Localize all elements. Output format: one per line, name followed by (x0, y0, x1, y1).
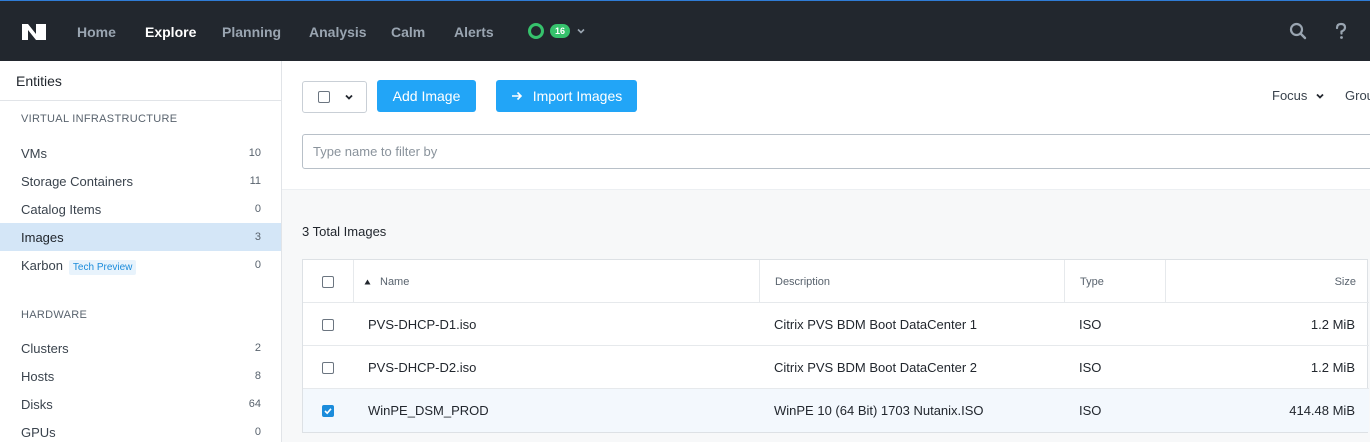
toolbar: Add Image Import Images Focus Grou (282, 61, 1370, 190)
sidebar-item-clusters[interactable]: Clusters 2 (0, 334, 281, 362)
sidebar-item-count: 2 (254, 342, 261, 354)
checkmark-icon (324, 407, 332, 414)
search-icon[interactable] (1289, 22, 1307, 40)
total-images-count: 3 Total Images (302, 224, 387, 239)
filter-input[interactable] (302, 134, 1370, 169)
table-row[interactable]: PVS-DHCP-D1.iso Citrix PVS BDM Boot Data… (303, 303, 1369, 346)
entities-sidebar: Entities VIRTUAL INFRASTRUCTURE VMs 10 S… (0, 61, 282, 442)
nav-alerts[interactable]: Alerts (454, 1, 494, 62)
sidebar-item-catalog-items[interactable]: Catalog Items 0 (0, 195, 281, 223)
images-table: Name Description Type Size PVS-DHCP-D1.i… (302, 259, 1369, 433)
add-image-label: Add Image (392, 88, 461, 104)
sidebar-item-vms[interactable]: VMs 10 (0, 139, 281, 167)
column-header-label: Size (1334, 275, 1356, 288)
cell-description: WinPE 10 (64 Bit) 1703 Nutanix.ISO (774, 403, 984, 418)
section-heading-hardware: HARDWARE (21, 309, 88, 321)
tech-preview-tag: Tech Preview (68, 259, 137, 275)
section-heading-virtual-infrastructure: VIRTUAL INFRASTRUCTURE (21, 113, 178, 125)
sidebar-item-count: 0 (254, 203, 261, 215)
row-checkbox-cell (303, 346, 353, 389)
cell-name: PVS-DHCP-D2.iso (368, 360, 477, 375)
column-header-name[interactable]: Name (353, 260, 759, 303)
row-checkbox[interactable] (322, 404, 334, 417)
sidebar-item-label: Clusters (21, 340, 69, 356)
sidebar-title: Entities (0, 61, 281, 101)
sidebar-item-label-wrap: Karbon Tech Preview (21, 257, 255, 275)
import-images-button[interactable]: Import Images (496, 80, 637, 112)
chevron-down-icon (345, 94, 353, 100)
sidebar-item-label: Karbon (21, 257, 63, 273)
nav-planning[interactable]: Planning (222, 1, 281, 62)
column-header-label: Type (1080, 275, 1104, 288)
row-checkbox-cell (303, 389, 353, 432)
table-row[interactable]: WinPE_DSM_PROD WinPE 10 (64 Bit) 1703 Nu… (303, 389, 1369, 432)
sidebar-item-label: Storage Containers (21, 173, 134, 189)
sidebar-item-label: Images (21, 229, 64, 245)
table-row[interactable]: PVS-DHCP-D2.iso Citrix PVS BDM Boot Data… (303, 346, 1369, 389)
nav-calm[interactable]: Calm (391, 1, 425, 62)
column-header-label: Name (380, 275, 410, 288)
sidebar-item-label: VMs (21, 145, 47, 161)
status-ring-icon (528, 23, 544, 39)
sidebar-item-count: 10 (248, 147, 261, 159)
sidebar-item-label: GPUs (21, 424, 56, 440)
sidebar-item-storage-containers[interactable]: Storage Containers 11 (0, 167, 281, 195)
sidebar-item-images[interactable]: Images 3 (0, 223, 281, 251)
arrow-right-icon (511, 91, 522, 101)
nav-home[interactable]: Home (77, 1, 116, 62)
row-checkbox[interactable] (322, 318, 334, 331)
column-header-type[interactable]: Type (1064, 260, 1165, 303)
cell-type: ISO (1079, 403, 1102, 418)
cell-size: 414.48 MiB (1289, 403, 1355, 418)
sidebar-item-count: 8 (254, 370, 261, 382)
nav-analysis[interactable]: Analysis (309, 1, 367, 62)
alert-count-badge: 16 (550, 24, 571, 38)
cell-type: ISO (1079, 360, 1102, 375)
column-header-description[interactable]: Description (759, 260, 1064, 303)
nav-explore[interactable]: Explore (145, 1, 196, 62)
group-label: Grou (1345, 88, 1370, 103)
select-all-rows-checkbox[interactable] (322, 275, 334, 288)
row-checkbox[interactable] (322, 361, 334, 374)
sidebar-item-count: 3 (254, 231, 261, 243)
select-all-checkbox[interactable] (318, 91, 330, 103)
add-image-button[interactable]: Add Image (377, 80, 476, 112)
sidebar-item-hosts[interactable]: Hosts 8 (0, 362, 281, 390)
sidebar-item-count: 0 (254, 259, 261, 271)
group-dropdown[interactable]: Grou (1345, 88, 1370, 103)
main-content: Add Image Import Images Focus Grou 3 Tot… (282, 61, 1370, 442)
sidebar-item-label: Catalog Items (21, 201, 102, 217)
focus-label: Focus (1272, 88, 1308, 103)
nutanix-logo[interactable] (20, 22, 48, 42)
column-header-size[interactable]: Size (1165, 260, 1369, 303)
sort-ascending-icon (364, 279, 371, 284)
sidebar-item-karbon[interactable]: Karbon Tech Preview 0 (0, 251, 281, 279)
bulk-select-dropdown[interactable] (302, 81, 367, 113)
health-status-dropdown[interactable]: 16 (528, 23, 586, 39)
sidebar-item-label: Disks (21, 396, 53, 412)
table-header-row: Name Description Type Size (303, 260, 1369, 303)
sidebar-item-count: 0 (254, 426, 261, 438)
chevron-down-icon (577, 28, 585, 34)
chevron-down-icon (1316, 93, 1325, 99)
import-images-label: Import Images (532, 88, 623, 104)
cell-description: Citrix PVS BDM Boot DataCenter 2 (774, 360, 978, 375)
row-checkbox-cell (303, 303, 353, 346)
cell-type: ISO (1079, 317, 1102, 332)
column-header-label: Description (775, 275, 831, 288)
cell-name: PVS-DHCP-D1.iso (368, 317, 477, 332)
sidebar-item-label: Hosts (21, 368, 55, 384)
cell-size: 1.2 MiB (1310, 360, 1355, 375)
focus-dropdown[interactable]: Focus (1272, 88, 1325, 103)
cell-size: 1.2 MiB (1310, 317, 1355, 332)
sidebar-item-count: 64 (248, 398, 261, 410)
cell-description: Citrix PVS BDM Boot DataCenter 1 (774, 317, 978, 332)
sidebar-item-disks[interactable]: Disks 64 (0, 390, 281, 418)
cell-name: WinPE_DSM_PROD (368, 403, 489, 418)
top-navigation-bar: Home Explore Planning Analysis Calm Aler… (0, 0, 1370, 61)
help-icon[interactable] (1332, 22, 1350, 40)
header-checkbox-cell (303, 260, 353, 303)
sidebar-item-count: 11 (249, 175, 261, 187)
